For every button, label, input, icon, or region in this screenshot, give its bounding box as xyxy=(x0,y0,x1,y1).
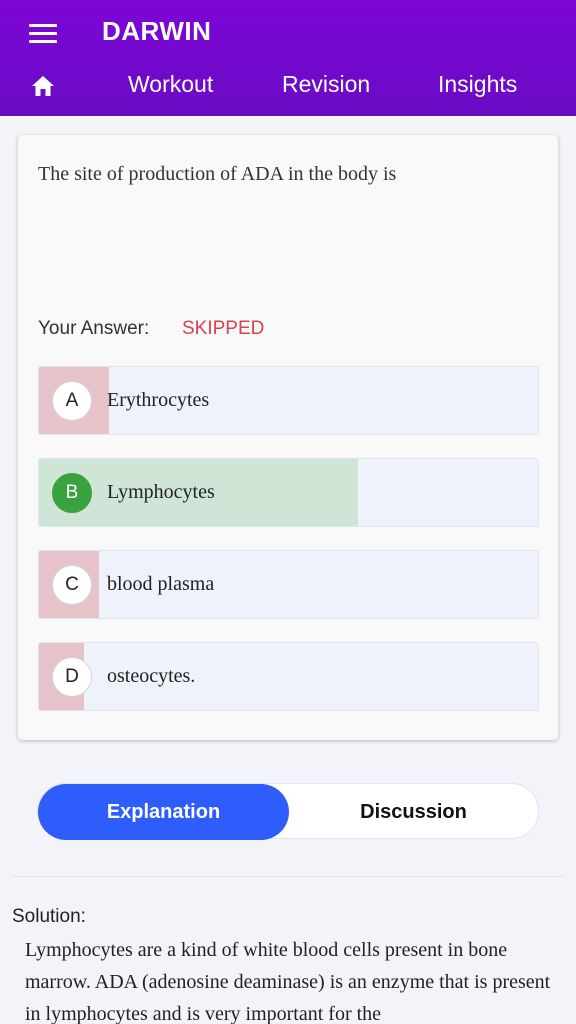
explanation-discussion-toggle: Explanation Discussion xyxy=(37,783,539,840)
explanation-section: Explanation Discussion Solution: Lymphoc… xyxy=(0,760,576,1024)
option-c[interactable]: C blood plasma xyxy=(38,550,539,619)
option-d-text: osteocytes. xyxy=(107,665,196,687)
solution-label: Solution: xyxy=(12,906,86,927)
option-a[interactable]: A Erythrocytes xyxy=(38,366,539,435)
option-d-letter: D xyxy=(52,657,92,697)
tab-discussion[interactable]: Discussion xyxy=(288,784,539,840)
nav-workout[interactable]: Workout xyxy=(128,71,213,98)
option-a-text: Erythrocytes xyxy=(107,389,210,411)
nav-insights[interactable]: Insights xyxy=(438,71,517,98)
option-b-letter: B xyxy=(52,473,92,513)
tab-explanation[interactable]: Explanation xyxy=(38,784,289,840)
option-a-letter: A xyxy=(52,381,92,421)
question-text: The site of production of ADA in the bod… xyxy=(38,163,397,185)
app-title: DARWIN xyxy=(102,16,212,46)
answer-status: SKIPPED xyxy=(182,318,265,339)
option-d[interactable]: D osteocytes. xyxy=(38,642,539,711)
home-icon[interactable] xyxy=(31,75,55,97)
menu-icon[interactable] xyxy=(29,24,57,44)
divider xyxy=(12,876,564,877)
nav-revision[interactable]: Revision xyxy=(282,71,370,98)
option-b[interactable]: B Lymphocytes xyxy=(38,458,539,527)
option-c-text: blood plasma xyxy=(107,573,215,595)
your-answer-label: Your Answer: xyxy=(38,318,150,339)
app-bar: DARWIN Workout Revision Insights xyxy=(0,0,576,116)
solution-text: Lymphocytes are a kind of white blood ce… xyxy=(25,939,551,1024)
question-card: The site of production of ADA in the bod… xyxy=(18,135,558,740)
option-c-letter: C xyxy=(52,565,92,605)
option-b-text: Lymphocytes xyxy=(107,481,215,503)
